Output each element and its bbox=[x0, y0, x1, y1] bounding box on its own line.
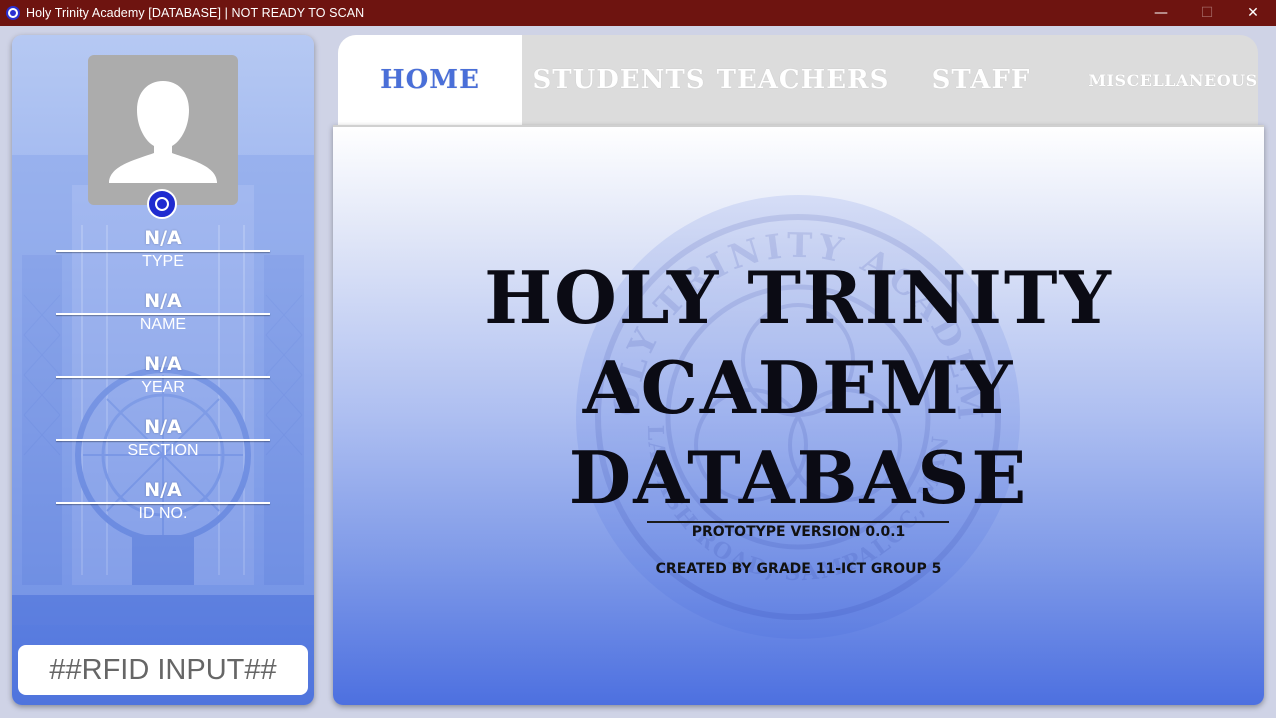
close-button[interactable]: ✕ bbox=[1230, 0, 1276, 26]
name-value: N/A bbox=[144, 290, 182, 312]
database-title: HOLY TRINITY ACADEMY DATABASE bbox=[333, 253, 1264, 523]
nav-tabs: HOME STUDENTS TEACHERS STAFF MISCELLANEO… bbox=[338, 35, 1258, 125]
minimize-button[interactable]: — bbox=[1138, 0, 1184, 26]
title-bar: Holy Trinity Academy [DATABASE] | NOT RE… bbox=[0, 0, 1276, 26]
year-label: YEAR bbox=[141, 379, 185, 396]
type-label: TYPE bbox=[142, 253, 184, 270]
profile-photo-placeholder bbox=[88, 55, 238, 205]
credits-text: CREATED BY GRADE 11-ICT GROUP 5 bbox=[655, 561, 942, 577]
section-label: SECTION bbox=[127, 442, 199, 459]
name-label: NAME bbox=[139, 316, 187, 333]
rfid-input[interactable] bbox=[18, 645, 308, 695]
window-title: Holy Trinity Academy [DATABASE] | NOT RE… bbox=[26, 6, 365, 20]
maximize-button[interactable]: ☐ bbox=[1184, 0, 1230, 26]
field-section: N/A SECTION bbox=[56, 416, 270, 461]
year-value: N/A bbox=[144, 353, 182, 375]
field-type: N/A TYPE bbox=[56, 227, 270, 272]
section-value: N/A bbox=[144, 416, 182, 438]
title-line-2: ACADEMY bbox=[582, 345, 1015, 430]
title-line-3: DATABASE bbox=[568, 435, 1029, 520]
field-name: N/A NAME bbox=[56, 290, 270, 335]
content-top-border bbox=[333, 125, 1264, 127]
user-silhouette-icon bbox=[109, 81, 217, 183]
title-divider bbox=[647, 521, 949, 523]
field-id-no: N/A ID NO. bbox=[56, 479, 270, 524]
field-year: N/A YEAR bbox=[56, 353, 270, 398]
tab-teachers[interactable]: TEACHERS bbox=[716, 35, 890, 125]
tab-students[interactable]: STUDENTS bbox=[530, 35, 708, 125]
id-no-label: ID NO. bbox=[138, 505, 188, 522]
home-content: HOLY TRINITY ACADEMY CALABASH ROAD, SAMP… bbox=[333, 125, 1264, 705]
app-seal-icon bbox=[6, 6, 20, 20]
school-seal-icon bbox=[147, 189, 177, 219]
tab-staff[interactable]: STAFF bbox=[898, 35, 1064, 125]
title-line-1: HOLY TRINITY bbox=[484, 255, 1113, 340]
tab-miscellaneous[interactable]: MISCELLANEOUS bbox=[1088, 35, 1258, 125]
version-text: PROTOTYPE VERSION 0.0.1 bbox=[691, 524, 906, 540]
profile-panel: N/A TYPE N/A NAME N/A YEAR N/A SECTION N… bbox=[12, 35, 314, 705]
type-value: N/A bbox=[144, 227, 182, 249]
tab-home[interactable]: HOME bbox=[338, 35, 522, 125]
id-no-value: N/A bbox=[144, 479, 182, 501]
